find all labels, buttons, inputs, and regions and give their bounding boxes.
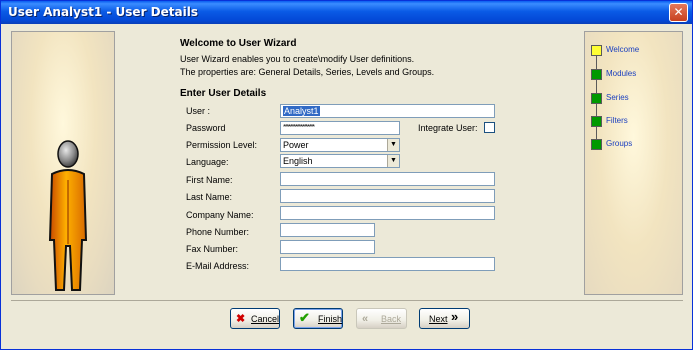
phone-number-label: Phone Number:: [186, 227, 250, 237]
step-label: Series: [606, 93, 629, 102]
company-name-label: Company Name:: [186, 210, 254, 220]
email-address-label: E-Mail Address:: [186, 261, 250, 271]
permission-level-select[interactable]: Power ▼: [280, 138, 400, 152]
title-bar: User Analyst1 - User Details ✕: [1, 1, 692, 24]
first-name-label: First Name:: [186, 175, 233, 185]
integrate-user-checkbox[interactable]: [484, 122, 495, 133]
section-title: Enter User Details: [180, 88, 267, 99]
close-icon: ✕: [673, 5, 684, 19]
finish-button[interactable]: ✔ Finish: [293, 308, 343, 329]
step-filters[interactable]: Filters: [591, 116, 686, 130]
last-name-label: Last Name:: [186, 192, 233, 202]
back-button-label: Back: [381, 314, 402, 324]
language-label: Language:: [186, 157, 229, 167]
user-label: User :: [186, 106, 211, 116]
step-indicator: [591, 116, 602, 127]
cancel-button[interactable]: ✖ Cancel: [230, 308, 280, 329]
step-groups[interactable]: Groups: [591, 139, 686, 153]
chevron-down-icon[interactable]: ▼: [387, 155, 399, 167]
fax-number-input[interactable]: [280, 240, 375, 254]
double-right-arrow-icon: »: [451, 309, 459, 324]
last-name-input[interactable]: [280, 189, 495, 203]
next-button[interactable]: Next »: [419, 308, 470, 329]
step-label: Groups: [606, 139, 633, 148]
user-details-window: User Analyst1 - User Details ✕ Welcome t…: [0, 0, 693, 350]
fax-number-label: Fax Number:: [186, 244, 239, 254]
footer-divider: [11, 300, 683, 301]
password-label: Password: [186, 123, 226, 133]
integrate-user-label: Integrate User:: [418, 123, 478, 133]
company-name-input[interactable]: [280, 206, 495, 220]
step-indicator: [591, 69, 602, 80]
step-modules[interactable]: Modules: [591, 69, 686, 83]
user-input[interactable]: Analyst1: [280, 104, 495, 118]
x-icon: ✖: [236, 313, 246, 325]
double-left-arrow-icon: «: [362, 313, 369, 325]
window-title: User Analyst1 - User Details: [8, 5, 198, 19]
step-label: Modules: [606, 69, 637, 78]
step-indicator: [591, 45, 602, 56]
step-indicator: [591, 93, 602, 104]
checkmark-icon: ✔: [299, 310, 310, 325]
password-input[interactable]: ******************: [280, 121, 400, 135]
email-address-input[interactable]: [280, 257, 495, 271]
cancel-button-label: Cancel: [251, 314, 280, 324]
step-series[interactable]: Series: [591, 93, 686, 107]
wizard-description-line1: User Wizard enables you to create\modify…: [180, 54, 415, 64]
phone-number-input[interactable]: [280, 223, 375, 237]
step-label: Filters: [606, 116, 628, 125]
language-select[interactable]: English ▼: [280, 154, 400, 168]
finish-button-label: Finish: [318, 314, 343, 324]
permission-level-value: Power: [283, 140, 309, 150]
language-value: English: [283, 156, 313, 166]
wizard-description-line2: The properties are: General Details, Ser…: [180, 67, 435, 77]
wizard-illustration-panel: [11, 31, 115, 295]
next-button-label: Next: [429, 314, 448, 324]
permission-level-label: Permission Level:: [186, 140, 258, 150]
user-figure-icon: [48, 140, 88, 291]
step-label: Welcome: [606, 45, 640, 54]
close-button[interactable]: ✕: [669, 3, 688, 22]
back-button[interactable]: « Back: [356, 308, 407, 329]
step-welcome[interactable]: Welcome: [591, 45, 686, 59]
chevron-down-icon[interactable]: ▼: [387, 139, 399, 151]
first-name-input[interactable]: [280, 172, 495, 186]
wizard-heading: Welcome to User Wizard: [180, 38, 297, 49]
step-indicator: [591, 139, 602, 150]
user-input-value: Analyst1: [283, 106, 320, 116]
wizard-steps-panel: Welcome Modules Series Filters Groups: [584, 31, 683, 295]
